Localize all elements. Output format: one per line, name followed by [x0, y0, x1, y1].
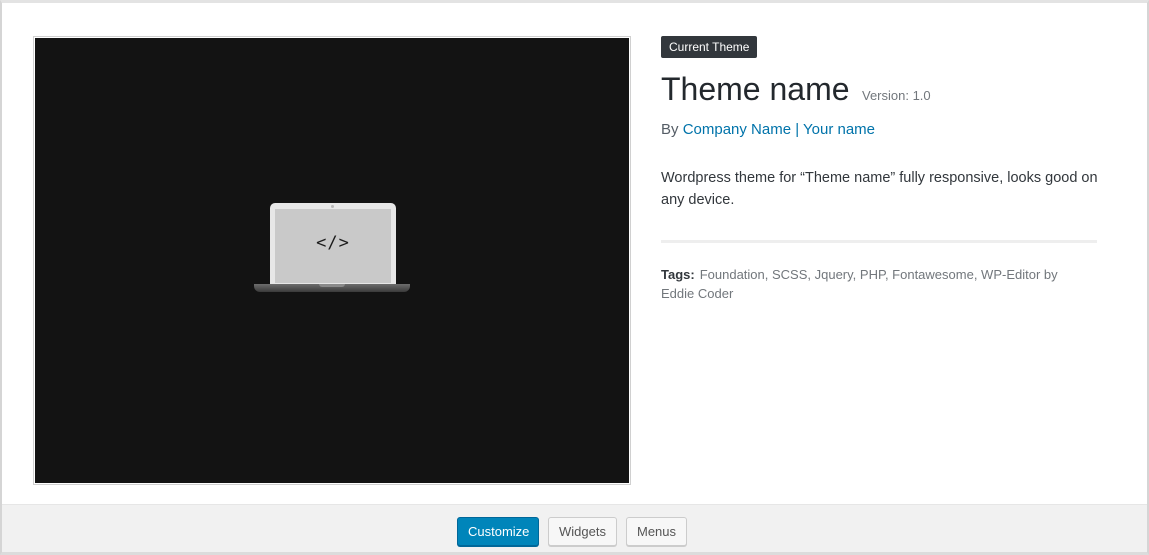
theme-details-panel: </> Current Theme Theme name Version: 1.… [0, 0, 1149, 555]
theme-description: Wordpress theme for “Theme name” fully r… [661, 170, 1098, 208]
theme-actions-bar: Customize Widgets Menus [2, 504, 1147, 552]
divider [661, 240, 1097, 243]
laptop-screen: </> [275, 209, 391, 283]
theme-tags: Tags: Foundation, SCSS, Jquery, PHP, Font… [661, 265, 1091, 303]
theme-name: Theme name [661, 71, 850, 107]
theme-screenshot: </> [33, 36, 631, 485]
author-link[interactable]: Company Name | Your name [683, 121, 875, 138]
menus-button[interactable]: Menus [626, 517, 687, 546]
laptop-lid: </> [270, 203, 396, 285]
current-theme-badge: Current Theme [661, 36, 758, 58]
tags-value: Foundation, SCSS, Jquery, PHP, Fontaweso… [661, 267, 1058, 301]
theme-title-row: Theme name Version: 1.0 [661, 71, 1101, 108]
laptop-code-icon: </> [254, 203, 410, 293]
author-prefix: By [661, 121, 679, 138]
code-glyph: </> [316, 233, 350, 253]
laptop-notch [319, 284, 345, 287]
laptop-camera [331, 205, 334, 208]
tags-label: Tags: [661, 267, 695, 282]
theme-version: Version: 1.0 [861, 88, 931, 103]
theme-author: By Company Name | Your name [661, 121, 1101, 138]
customize-button[interactable]: Customize [457, 517, 539, 546]
widgets-button[interactable]: Widgets [548, 517, 617, 546]
theme-info: Current Theme Theme name Version: 1.0 By… [661, 36, 1101, 303]
